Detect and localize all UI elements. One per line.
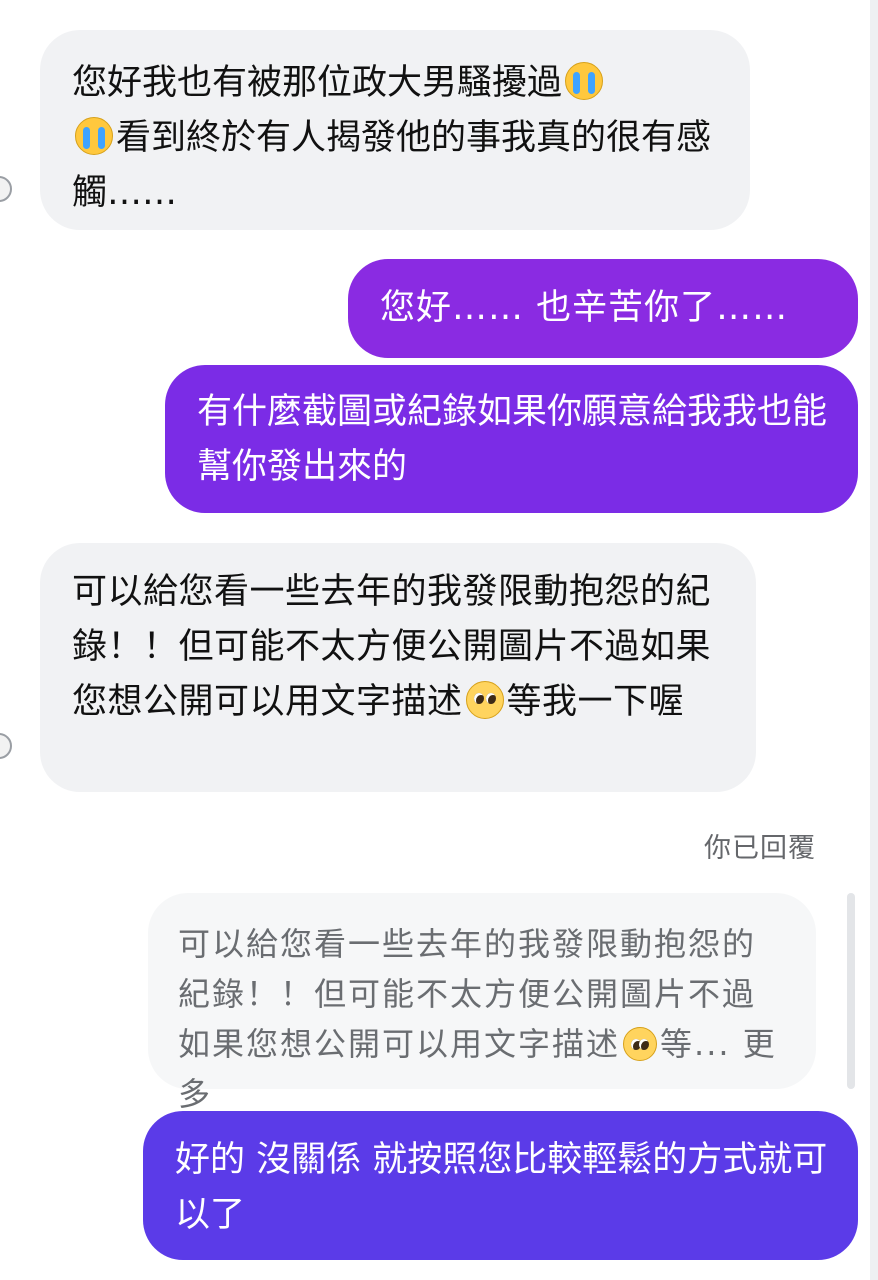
message-text: 看到終於有人揭發他的事我真的很有感觸…… [72,118,712,213]
pleading-face-icon [465,681,504,719]
message-text: 好的 沒關係 就按照您比較輕鬆的方式就可以了 [175,1140,828,1235]
message-text: 您好我也有被那位政大男騷擾過 [72,63,563,103]
outgoing-message[interactable]: 有什麼截圖或紀錄如果你願意給我我也能幫你發出來的 [165,365,858,513]
incoming-message[interactable]: 可以給您看一些去年的我發限動抱怨的紀錄！！但可能不太方便公開圖片不過如果您想公開… [40,543,756,792]
message-text: 有什麼截圖或紀錄如果你願意給我我也能幫你發出來的 [197,392,828,487]
contact-avatar[interactable] [0,176,12,202]
incoming-message[interactable]: 您好我也有被那位政大男騷擾過 看到終於有人揭發他的事我真的很有感觸…… [40,30,750,230]
scroll-edge [870,0,878,1280]
outgoing-message[interactable]: 好的 沒關係 就按照您比較輕鬆的方式就可以了 [143,1111,858,1260]
quote-indicator-bar [847,893,855,1089]
message-text: 等我一下喔 [506,682,685,722]
quoted-text-tail: 等... [660,1025,731,1063]
contact-avatar[interactable] [0,733,12,759]
pleading-face-icon [623,1027,658,1061]
loudly-crying-face-icon [75,117,113,155]
loudly-crying-face-icon [565,62,604,100]
quoted-message[interactable]: 可以給您看一些去年的我發限動抱怨的紀錄！！但可能不太方便公開圖片不過如果您想公開… [148,893,816,1113]
outgoing-message[interactable]: 您好…… 也辛苦你了…… [348,259,858,358]
message-text: 您好…… 也辛苦你了…… [380,288,789,328]
reply-status-label: 你已回覆 [704,833,816,864]
